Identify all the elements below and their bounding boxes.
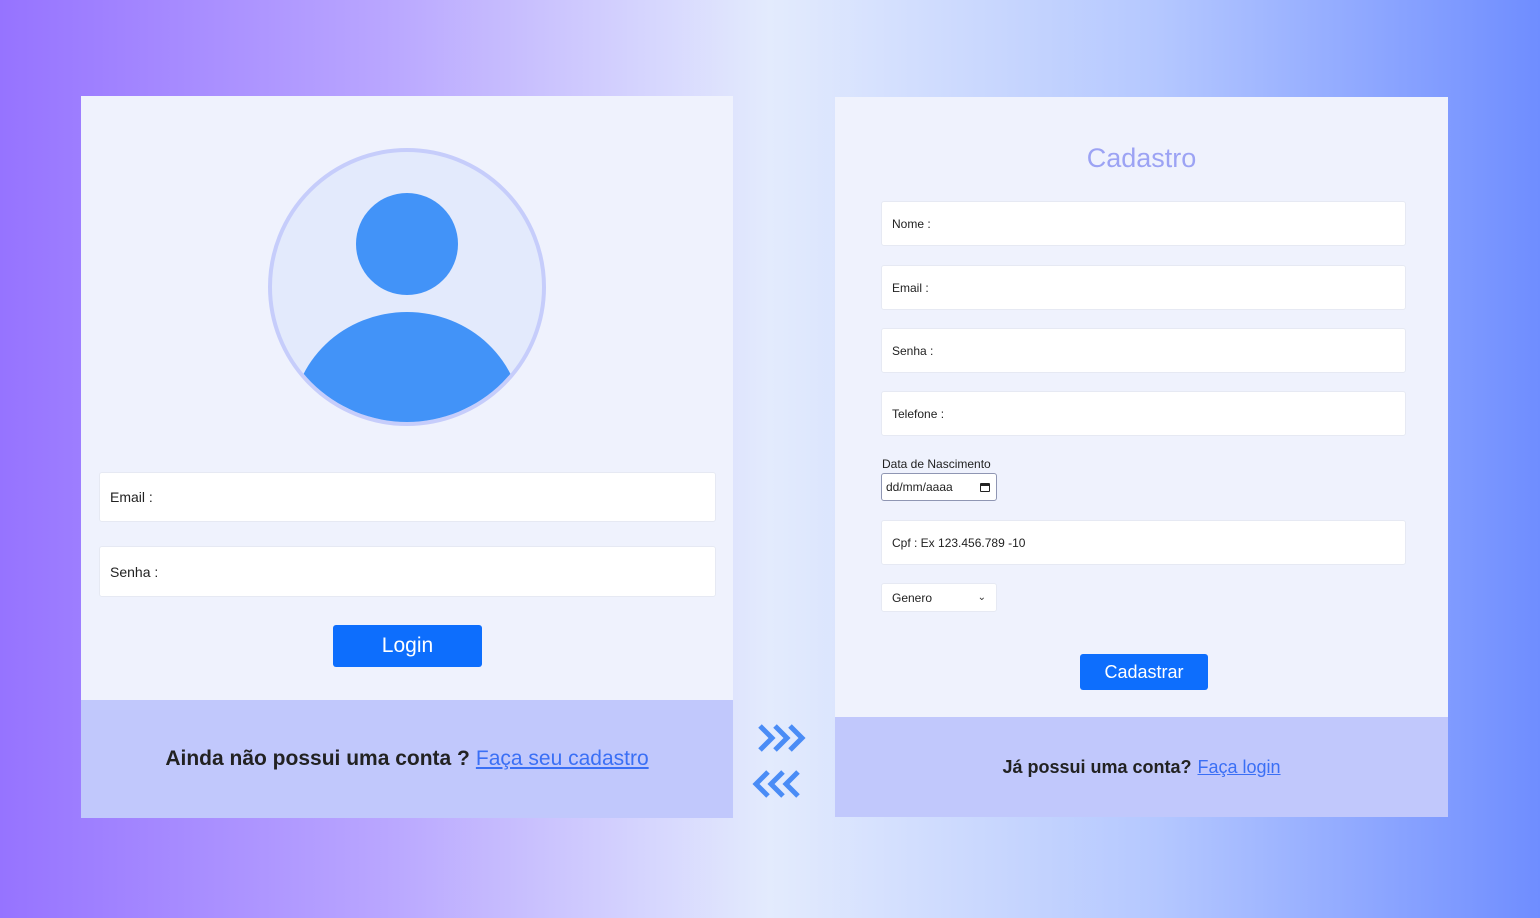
phone-input[interactable] xyxy=(881,391,1406,436)
register-panel: Cadastro Data de Nascimento dd/mm/aaaa G… xyxy=(835,97,1448,817)
login-footer: Ainda não possui uma conta ? Faça seu ca… xyxy=(81,700,733,818)
register-footer: Já possui uma conta? Faça login xyxy=(835,717,1448,817)
calendar-icon[interactable] xyxy=(980,482,990,492)
name-input[interactable] xyxy=(881,201,1406,246)
switch-arrows-icon xyxy=(752,724,806,798)
birth-date-placeholder: dd/mm/aaaa xyxy=(886,480,953,494)
avatar-head xyxy=(356,193,458,295)
login-link[interactable]: Faça login xyxy=(1197,757,1280,778)
login-password-input[interactable] xyxy=(99,546,716,597)
cpf-input[interactable] xyxy=(881,520,1406,565)
register-title: Cadastro xyxy=(1086,143,1197,173)
avatar-body xyxy=(292,312,522,422)
login-footer-text: Ainda não possui uma conta ? xyxy=(165,747,470,770)
register-password-input[interactable] xyxy=(881,328,1406,373)
login-button[interactable]: Login xyxy=(333,625,482,667)
gender-selected-value: Genero xyxy=(892,590,933,605)
register-link[interactable]: Faça seu cadastro xyxy=(476,747,649,771)
chevron-down-icon: ⌄ xyxy=(977,592,986,603)
login-panel: Login Ainda não possui uma conta ? Faça … xyxy=(81,96,733,818)
register-button[interactable]: Cadastrar xyxy=(1080,654,1208,690)
register-email-input[interactable] xyxy=(881,265,1406,310)
birth-date-input[interactable]: dd/mm/aaaa xyxy=(881,473,997,501)
register-footer-text: Já possui uma conta? xyxy=(1002,756,1192,777)
birth-date-label: Data de Nascimento xyxy=(882,457,991,471)
gender-select[interactable]: Genero ⌄ xyxy=(881,583,997,612)
user-avatar-icon xyxy=(268,148,546,426)
login-email-input[interactable] xyxy=(99,472,716,522)
